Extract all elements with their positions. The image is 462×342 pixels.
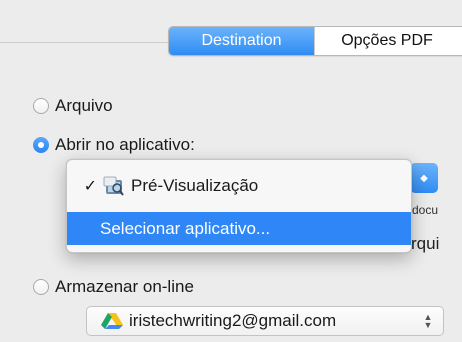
tab-destination[interactable]: Destination (169, 27, 314, 55)
chevron-up-down-icon: ◆ (420, 172, 428, 184)
account-select[interactable]: iristechwriting2@gmail.com ▲ ▼ (86, 306, 444, 336)
option-abrir-no-aplicativo[interactable]: Abrir no aplicativo: (33, 135, 195, 155)
option-arquivo-label: Arquivo (55, 96, 113, 115)
clipped-text-rqui: rqui (411, 234, 440, 253)
radio-arquivo[interactable] (33, 98, 49, 114)
option-armazenar-label: Armazenar on-line (55, 277, 194, 296)
option-arquivo[interactable]: Arquivo (33, 96, 113, 116)
tab-opcoes-pdf[interactable]: Opções PDF (314, 27, 462, 55)
option-armazenar-on-line[interactable]: Armazenar on-line (33, 277, 194, 297)
checkmark-icon: ✓ (83, 178, 97, 195)
menu-item-label: Selecionar aplicativo... (100, 218, 271, 238)
menu-item-selecionar-aplicativo[interactable]: Selecionar aplicativo... (67, 212, 411, 245)
app-popup-menu: ✓ Pré-Visualização Selecionar aplicativo… (66, 159, 412, 253)
menu-item-pre-visualizacao[interactable]: ✓ Pré-Visualização (67, 170, 411, 202)
app-popup-button[interactable]: ◆ (410, 163, 438, 193)
google-drive-icon (101, 313, 123, 329)
menu-item-label: Pré-Visualização (131, 176, 259, 195)
radio-abrir-no-aplicativo[interactable] (33, 137, 49, 153)
preview-app-icon (103, 176, 124, 196)
account-email: iristechwriting2@gmail.com (129, 311, 337, 330)
tab-bar: Destination Opções PDF (168, 26, 462, 56)
clipped-text-docu: docu (412, 203, 439, 217)
chevron-up-down-icon: ▲ ▼ (423, 312, 433, 330)
option-abrir-label: Abrir no aplicativo: (55, 135, 195, 154)
radio-armazenar-on-line[interactable] (33, 279, 49, 295)
